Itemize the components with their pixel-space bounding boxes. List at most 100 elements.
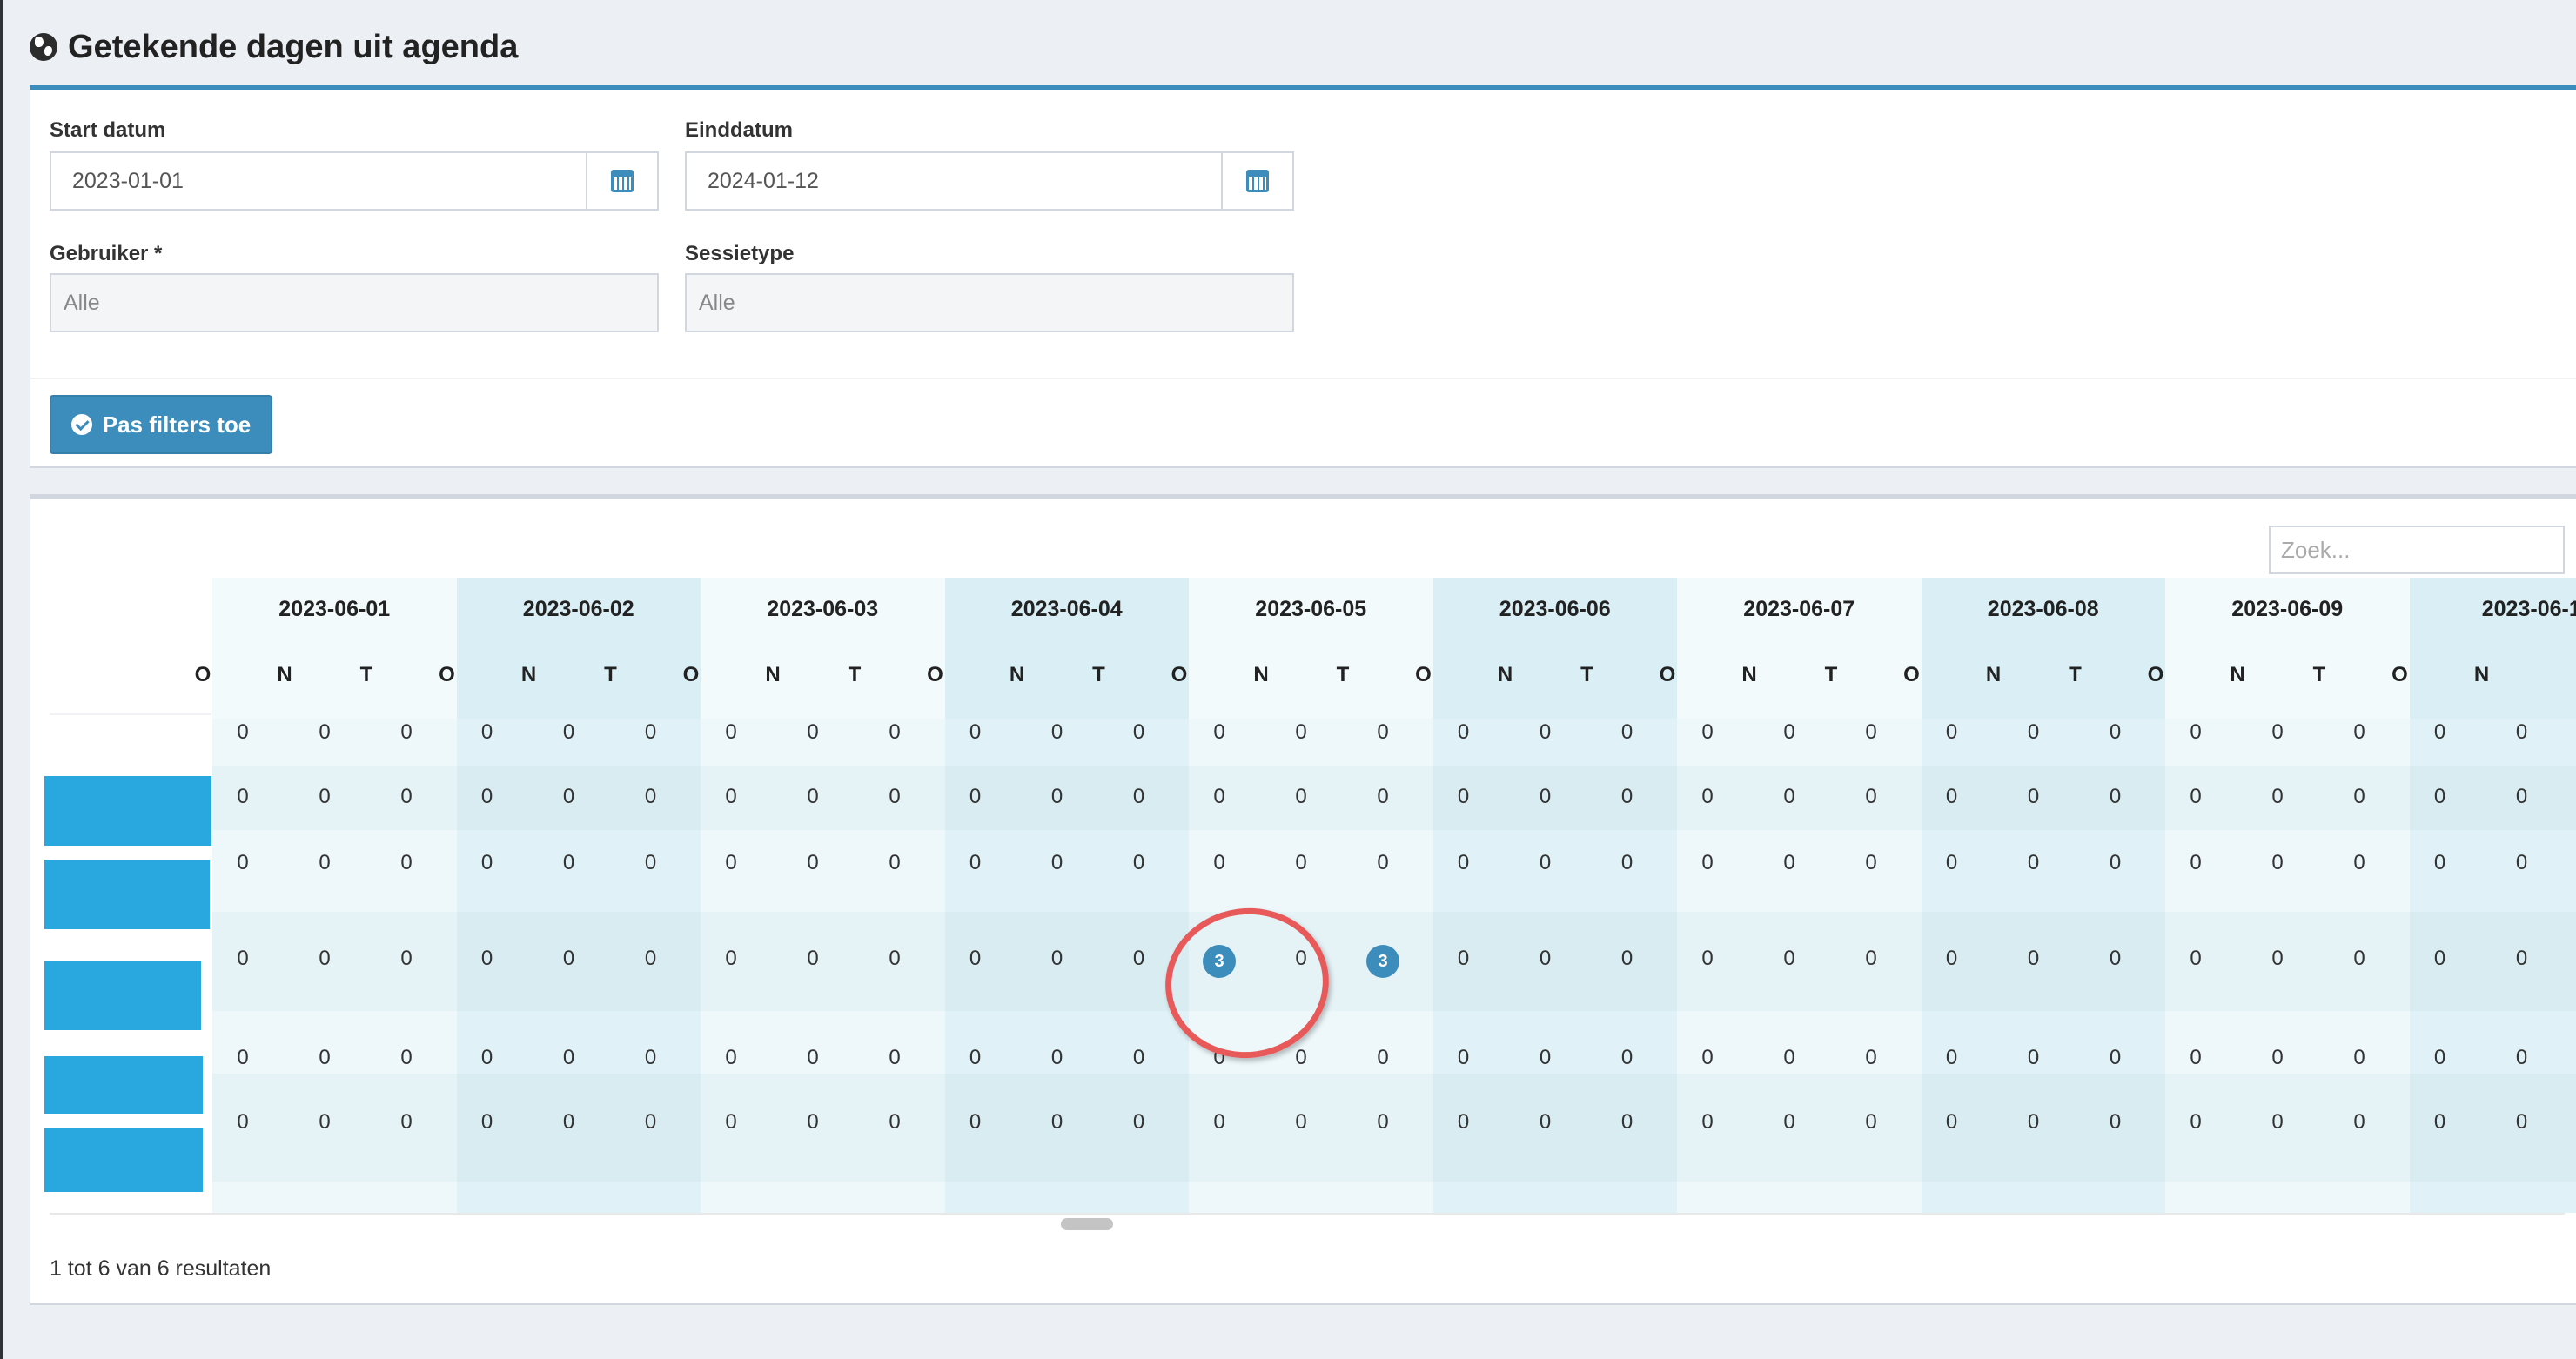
day-part-header[interactable]: N [1732,663,1767,687]
day-part-header[interactable]: T [594,663,628,687]
day-part-header[interactable]: N [755,663,790,687]
date-column-header[interactable]: 2023-06-08 [1922,597,2166,622]
date-column-header[interactable]: 2023-06-09 [2165,597,2410,622]
table-cell: 0 [480,947,493,970]
table-cell: 0 [1213,851,1225,874]
day-part-header[interactable]: O [2383,663,2418,687]
day-part-header[interactable]: N [512,663,547,687]
table-cell: 0 [2515,947,2528,970]
table-cell: 0 [2353,785,2365,808]
day-part-header[interactable]: N [1488,663,1523,687]
table-cell: 0 [1457,1110,1470,1134]
table-cell: 0 [1701,720,1714,744]
table-cell: 0 [1783,785,1795,808]
day-part-header[interactable]: T [1814,663,1848,687]
horizontal-scrollbar[interactable] [50,1213,2565,1228]
search-input[interactable] [2269,526,2565,574]
row-label-block[interactable] [44,860,210,929]
table-cell: 0 [889,720,901,744]
table-cell: 0 [319,947,331,970]
session-type-select[interactable]: Alle [685,273,1294,332]
day-part-header[interactable]: T [2302,663,2337,687]
day-part-header[interactable]: N [1000,663,1035,687]
day-part-header[interactable]: N [1244,663,1278,687]
table-cell: 0 [1945,720,1958,744]
table-cell: 0 [969,851,982,874]
table-cell: 0 [969,1046,982,1069]
table-cell: 0 [1701,1046,1714,1069]
table-cell: 0 [969,947,982,970]
day-part-header[interactable]: O [185,663,220,687]
start-date-value[interactable]: 2023-01-01 [51,153,586,209]
day-part-header[interactable]: T [1325,663,1360,687]
end-date-calendar-button[interactable] [1221,153,1292,209]
start-date-field[interactable]: 2023-01-01 [50,151,659,211]
date-column-header[interactable]: 2023-06-07 [1677,597,1922,622]
day-part-header[interactable]: N [1976,663,2011,687]
day-part-header[interactable]: O [1162,663,1197,687]
date-column-header[interactable]: 2023-06-03 [701,597,945,622]
table-cell: 0 [1132,1110,1145,1134]
date-column-header[interactable]: 2023-06-05 [1189,597,1433,622]
table-cell: 0 [807,1046,819,1069]
day-part-header[interactable]: N [2465,663,2499,687]
date-column-header[interactable]: 2023-06-01 [212,597,457,622]
row-label-block[interactable] [44,776,211,846]
scrollbar-thumb[interactable] [1061,1218,1113,1230]
filter-panel: Start datum 2023-01-01 Einddatum 2024-01… [30,85,2576,468]
table-cell: 0 [1783,720,1795,744]
page-title: Getekende dagen uit agenda [30,26,518,68]
table-cell: 0 [2433,1110,2446,1134]
day-part-header[interactable]: O [1895,663,1929,687]
day-part-header[interactable]: O [430,663,465,687]
day-part-header[interactable]: T [1570,663,1605,687]
table-cell: 0 [969,720,982,744]
table-cell: 0 [2433,720,2446,744]
globe-icon [30,33,57,61]
count-badge[interactable]: 3 [1366,945,1399,978]
table-cell: 0 [644,947,657,970]
day-part-header[interactable]: O [2138,663,2173,687]
day-part-header[interactable]: N [267,663,302,687]
table-cell: 0 [1701,947,1714,970]
table-cell: 0 [1213,1110,1225,1134]
day-part-header[interactable]: N [2220,663,2255,687]
table-cell: 0 [1539,1046,1552,1069]
user-select[interactable]: Alle [50,273,659,332]
table-cell: 0 [237,947,249,970]
start-date-calendar-button[interactable] [586,153,657,209]
apply-filters-button[interactable]: Pas filters toe [50,395,272,454]
date-column-header[interactable]: 2023-06-02 [457,597,701,622]
end-date-label: Einddatum [685,118,793,142]
day-part-header[interactable]: T [1082,663,1117,687]
day-part-header[interactable]: O [918,663,953,687]
table-cell: 0 [2190,785,2202,808]
table-cell: 0 [1295,1046,1307,1069]
day-part-header[interactable]: O [1406,663,1441,687]
table-cell: 0 [400,785,413,808]
table-cell: 0 [2109,1046,2122,1069]
table-cell: 0 [2433,947,2446,970]
end-date-value[interactable]: 2024-01-12 [687,153,1221,209]
table-cell: 0 [400,851,413,874]
day-part-header[interactable]: O [674,663,708,687]
row-label-block[interactable] [44,1128,203,1192]
day-part-header[interactable]: T [349,663,384,687]
date-column-header[interactable]: 2023-06-06 [1433,597,1678,622]
date-column-header[interactable]: 2023-06-04 [945,597,1190,622]
day-part-header[interactable]: T [2058,663,2093,687]
day-part-header[interactable]: T [837,663,872,687]
table-cell: 0 [889,785,901,808]
end-date-field[interactable]: 2024-01-12 [685,151,1294,211]
date-column-header[interactable]: 2023-06-1 [2410,597,2576,622]
day-part-header[interactable]: O [1650,663,1685,687]
left-edge [0,0,3,1359]
table-cell: 0 [807,851,819,874]
table-cell: 0 [1701,851,1714,874]
row-label-block[interactable] [44,961,201,1030]
row-label-block[interactable] [44,1056,203,1114]
table-cell: 0 [400,1046,413,1069]
table-cell: 0 [1132,851,1145,874]
check-circle-icon [70,414,92,435]
table-cell: 0 [1701,785,1714,808]
